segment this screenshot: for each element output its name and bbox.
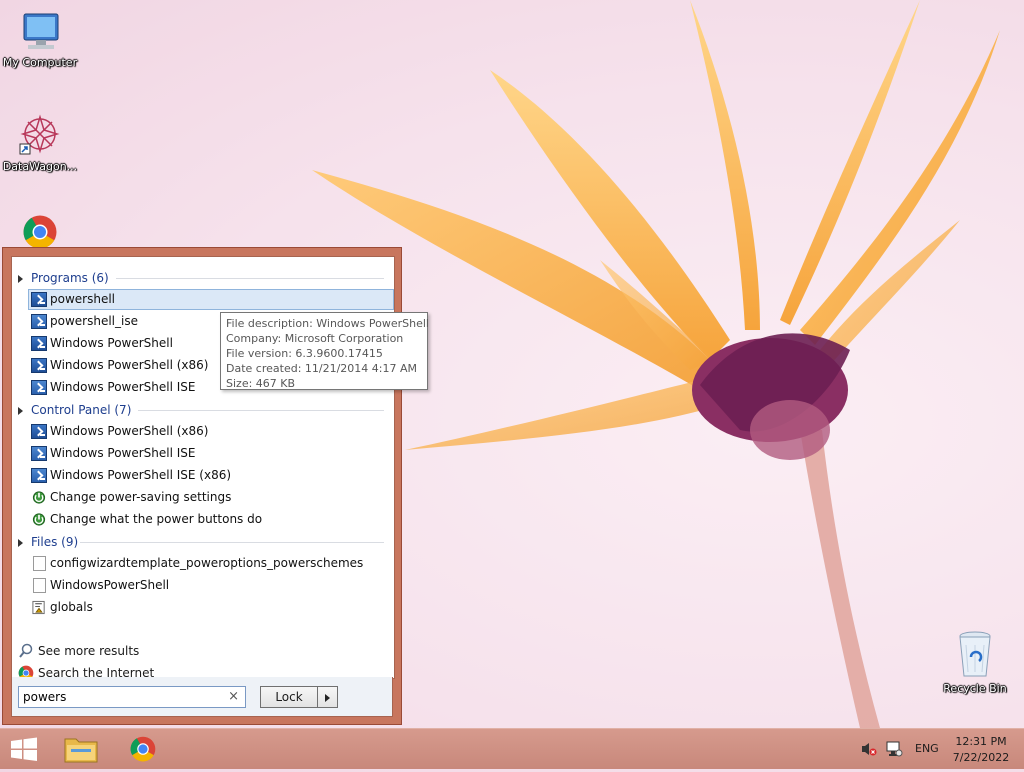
power-options-icon: [32, 513, 46, 526]
powershell-icon: [31, 358, 47, 373]
result-item-config-wizard-template[interactable]: configwizardtemplate_poweroptions_powers…: [28, 553, 394, 574]
folder-icon: [64, 738, 98, 763]
chrome-icon: [23, 215, 57, 249]
group-divider: [116, 278, 384, 279]
group-header-programs[interactable]: Programs (6): [18, 269, 109, 287]
clear-search-icon[interactable]: ×: [228, 689, 239, 704]
datawagon-shortcut-icon: [19, 114, 60, 155]
computer-icon: [23, 13, 59, 49]
powershell-ise-icon: [31, 314, 47, 329]
clock-time: 12:31 PM: [955, 735, 1007, 748]
result-item-globals[interactable]: globals: [28, 597, 394, 618]
desktop-icon-my-computer[interactable]: My Computer: [0, 10, 80, 69]
tooltip-line: File description: Windows PowerShell: [226, 317, 429, 330]
desktop-icon-label: Recycle Bin: [943, 682, 1007, 695]
chrome-icon: [130, 736, 156, 762]
desktop-icon-recycle-bin[interactable]: Recycle Bin: [935, 630, 1015, 695]
power-options-icon: [32, 491, 46, 504]
see-more-results-link[interactable]: See more results: [18, 641, 139, 661]
powershell-icon: [31, 336, 47, 351]
expand-arrow-icon: [18, 538, 23, 547]
start-search-box[interactable]: ×: [18, 686, 246, 708]
result-item-power-buttons[interactable]: Change what the power buttons do: [28, 509, 394, 530]
powershell-ise-icon: [31, 380, 47, 395]
tooltip-line: Date created: 11/21/2014 4:17 AM: [226, 362, 418, 375]
taskbar-file-explorer[interactable]: [57, 729, 105, 769]
system-clock[interactable]: 12:31 PM 7/22/2022: [948, 734, 1014, 766]
windows-logo-icon: [11, 737, 37, 761]
expand-arrow-icon: [18, 406, 23, 415]
group-header-control-panel[interactable]: Control Panel (7): [18, 401, 131, 419]
document-icon: [33, 556, 46, 571]
network-icon[interactable]: [885, 740, 903, 758]
lock-button[interactable]: Lock: [260, 686, 318, 708]
powershell-ise-icon: [31, 468, 47, 483]
desktop-icon-chrome[interactable]: [0, 214, 80, 250]
group-divider: [138, 410, 384, 411]
result-item-power-saving-settings[interactable]: Change power-saving settings: [28, 487, 394, 508]
search-icon: [19, 643, 33, 658]
power-options-arrow-button[interactable]: [318, 686, 338, 708]
result-item-cp-powershell-ise-x86[interactable]: Windows PowerShell ISE (x86): [28, 465, 394, 486]
file-info-tooltip: File description: Windows PowerShell Com…: [220, 312, 429, 390]
powershell-icon: [31, 424, 47, 439]
volume-muted-icon[interactable]: [860, 741, 878, 757]
input-language-indicator[interactable]: ENG: [915, 742, 939, 755]
result-item-windowspowershell-file[interactable]: WindowsPowerShell: [28, 575, 394, 596]
document-icon: [33, 578, 46, 593]
group-header-files[interactable]: Files (9): [18, 533, 78, 551]
taskbar: ENG 12:31 PM 7/22/2022: [0, 728, 1024, 769]
taskbar-chrome[interactable]: [119, 729, 167, 769]
tooltip-line: Size: 467 KB: [226, 377, 296, 390]
start-menu-bottom-bar: × Lock: [11, 677, 393, 717]
desktop-icon-datawagon[interactable]: DataWagon...: [0, 112, 80, 173]
group-divider: [80, 542, 384, 543]
recycle-bin-icon: [959, 631, 991, 677]
desktop-icon-label: DataWagon...: [2, 160, 78, 173]
script-file-icon: [32, 600, 45, 615]
result-item-cp-powershell-x86[interactable]: Windows PowerShell (x86): [28, 421, 394, 442]
start-button[interactable]: [0, 729, 48, 769]
clock-date: 7/22/2022: [952, 751, 1010, 764]
powershell-ise-icon: [31, 446, 47, 461]
search-input[interactable]: [19, 687, 213, 707]
tooltip-line: Company: Microsoft Corporation: [226, 332, 404, 345]
desktop-icon-label: My Computer: [2, 56, 78, 69]
result-item-powershell[interactable]: powershell: [28, 289, 394, 310]
powershell-icon: [31, 292, 47, 307]
result-item-cp-powershell-ise[interactable]: Windows PowerShell ISE: [28, 443, 394, 464]
tooltip-line: File version: 6.3.9600.17415: [226, 347, 383, 360]
expand-arrow-icon: [18, 274, 23, 283]
